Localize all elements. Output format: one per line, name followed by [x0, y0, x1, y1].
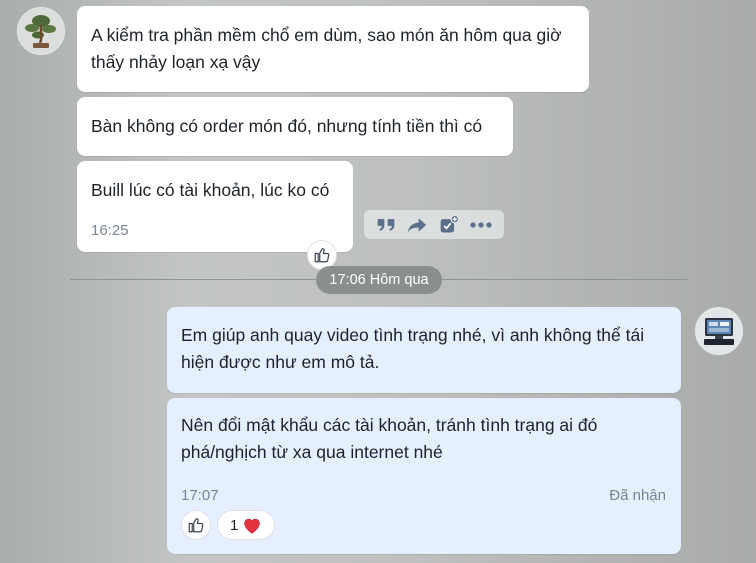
message-time: 16:25: [91, 222, 129, 239]
message-bubble-incoming[interactable]: A kiểm tra phần mềm chổ em dùm, sao món …: [77, 6, 589, 92]
date-divider-label: 17:06 Hôm qua: [316, 266, 442, 294]
quote-button[interactable]: [376, 216, 396, 234]
message-text: A kiểm tra phần mềm chổ em dùm, sao món …: [91, 25, 562, 72]
message-bubble-outgoing[interactable]: Nên đổi mật khẩu các tài khoản, tránh tì…: [167, 398, 681, 554]
contact-avatar[interactable]: [17, 7, 65, 55]
bonsai-avatar-icon: [18, 8, 64, 54]
message-status: Đã nhận: [609, 487, 666, 504]
forward-button[interactable]: [407, 216, 427, 234]
thumbs-up-icon: [188, 518, 204, 533]
reaction-summary[interactable]: 1: [217, 510, 276, 540]
message-bubble-incoming[interactable]: Bàn không có order món đó, nhưng tính ti…: [77, 97, 513, 156]
quote-icon: [377, 218, 395, 231]
more-options-button[interactable]: [470, 221, 492, 229]
message-text: Bàn không có order món đó, nhưng tính ti…: [91, 116, 483, 136]
message-bubble-outgoing[interactable]: Em giúp anh quay video tình trạng nhé, v…: [167, 307, 681, 393]
reaction-count: 1: [230, 516, 239, 534]
message-action-bar: [364, 210, 504, 239]
like-reaction-button[interactable]: [181, 510, 211, 540]
heart-icon: [244, 518, 261, 534]
share-icon: [408, 217, 427, 232]
computer-avatar-icon: [696, 308, 742, 354]
message-text: Nên đổi mật khẩu các tài khoản, tránh tì…: [181, 415, 598, 462]
message-text: Em giúp anh quay video tình trạng nhé, v…: [181, 325, 645, 372]
my-avatar[interactable]: [695, 307, 743, 355]
message-time: 17:07: [181, 487, 219, 504]
thumbs-up-icon: [314, 248, 330, 263]
add-task-button[interactable]: [439, 214, 459, 235]
message-text: Buill lúc có tài khoản, lúc ko có: [91, 180, 330, 200]
add-task-icon: [440, 214, 459, 232]
more-icon: [470, 221, 492, 228]
message-bubble-incoming[interactable]: Buill lúc có tài khoản, lúc ko có 16:25: [77, 161, 353, 252]
